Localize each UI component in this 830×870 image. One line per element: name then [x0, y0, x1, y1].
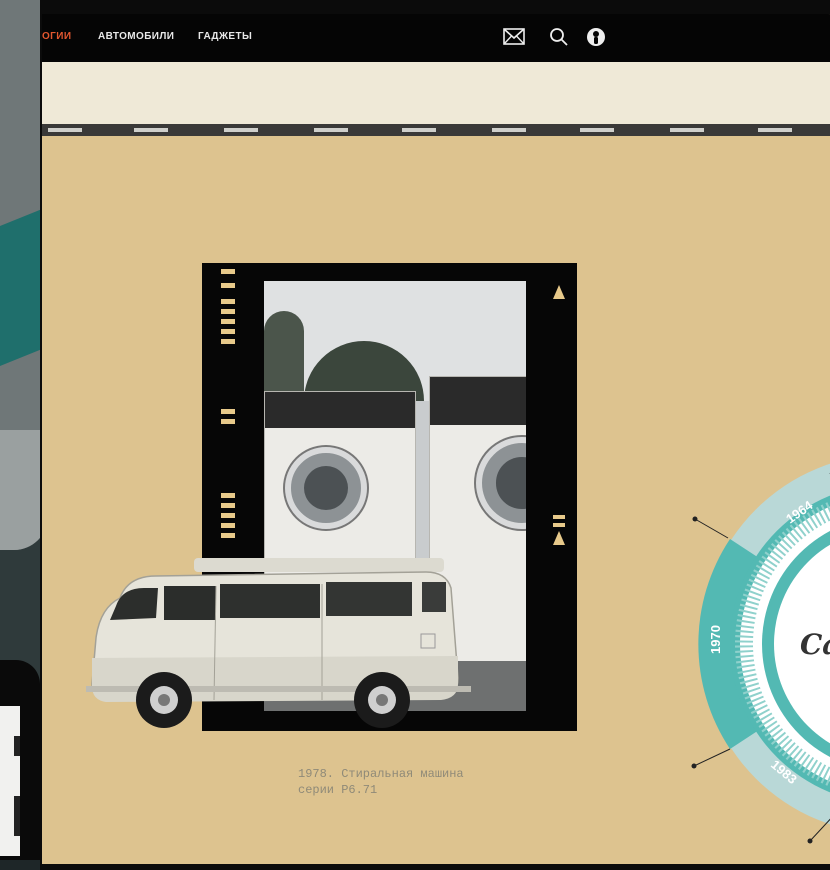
vw-van-image [86, 558, 471, 728]
nav-link-technologies[interactable]: ОГИИ [42, 31, 71, 42]
cream-band [42, 62, 830, 124]
road-divider [42, 124, 830, 136]
search-icon[interactable] [548, 26, 570, 48]
brand-logo: Cand [800, 628, 830, 661]
nav-link-gadgets[interactable]: ГАДЖЕТЫ [198, 31, 252, 42]
caption-line-1: 1978. Стиральная машина [298, 767, 464, 781]
top-navbar: ОГИИ АВТОМОБИЛИ ГАДЖЕТЫ [42, 14, 830, 62]
background-screen [0, 706, 20, 856]
year-label-1970: 1970 [708, 625, 723, 654]
photo-caption: 1978. Стиральная машина серии P6.71 [298, 766, 538, 798]
nav-link-cars[interactable]: АВТОМОБИЛИ [98, 31, 174, 42]
account-icon[interactable] [585, 26, 607, 48]
caption-line-2: серии P6.71 [298, 783, 378, 797]
background-card-bottom [0, 660, 40, 860]
timeline-circle-chart: 1964 1970 1983 1957 1993 Cand [691, 463, 830, 844]
mail-icon[interactable] [502, 26, 525, 48]
site-screen: ОГИИ АВТОМОБИЛИ ГАДЖЕТЫ 1978. Стиральная… [42, 14, 830, 864]
